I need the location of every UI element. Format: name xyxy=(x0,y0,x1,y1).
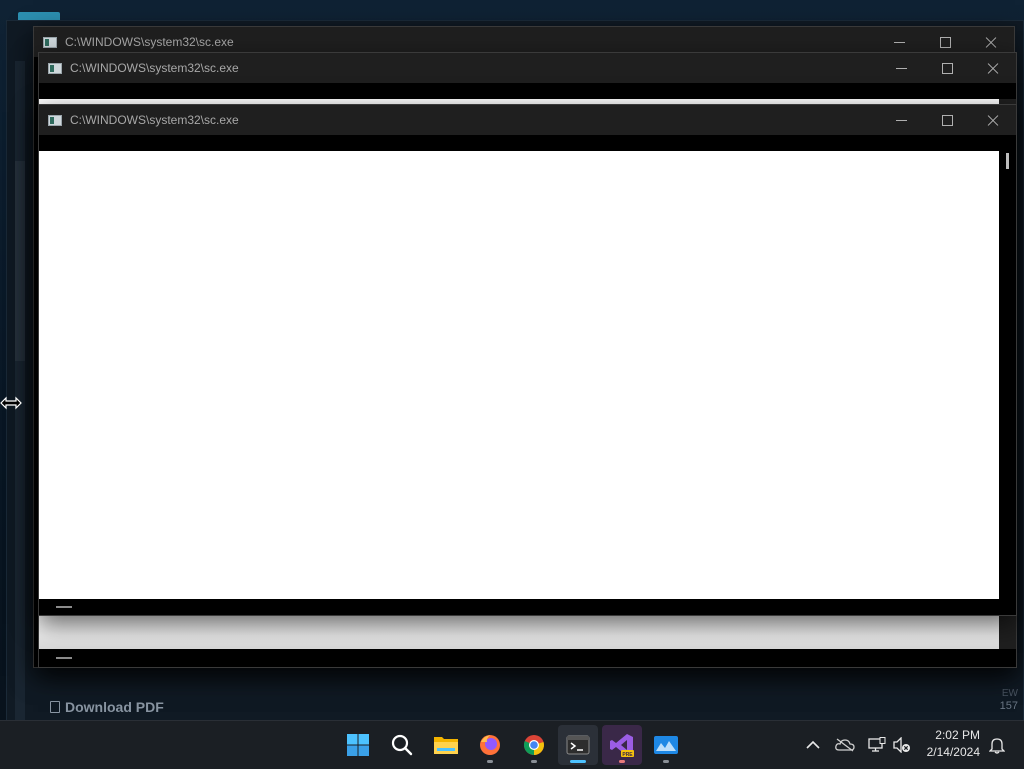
desktop-icon-fragment[interactable] xyxy=(18,12,60,20)
chevron-up-icon xyxy=(806,740,820,749)
window-title: C:\WINDOWS\system32\sc.exe xyxy=(70,61,239,75)
minimize-button[interactable] xyxy=(878,105,924,135)
network-tray-button[interactable] xyxy=(864,721,890,769)
monitor-app-button[interactable] xyxy=(646,725,686,765)
console-text-area-bottom[interactable] xyxy=(39,615,999,649)
onedrive-tray-button[interactable] xyxy=(832,721,858,769)
horizontal-resize-cursor-icon xyxy=(0,396,22,410)
maximize-icon xyxy=(939,36,951,48)
cursor-dash xyxy=(56,606,72,608)
notifications-button[interactable] xyxy=(984,721,1010,769)
download-pdf-label: Download PDF xyxy=(65,699,164,715)
side-label: EW xyxy=(1001,688,1018,699)
active-indicator xyxy=(570,760,586,763)
document-icon xyxy=(50,701,60,713)
close-button[interactable] xyxy=(970,105,1016,135)
minimize-icon xyxy=(893,41,905,43)
console-header-band xyxy=(39,135,1016,151)
file-explorer-button[interactable] xyxy=(426,725,466,765)
show-hidden-icons-button[interactable] xyxy=(800,721,826,769)
close-icon xyxy=(987,62,999,74)
file-explorer-icon xyxy=(434,737,458,754)
firefox-button[interactable] xyxy=(470,725,510,765)
scrollbar-thumb[interactable] xyxy=(1006,153,1009,169)
monitor-app-icon xyxy=(654,736,678,754)
close-icon xyxy=(987,114,999,126)
running-indicator xyxy=(531,760,537,763)
console-app-icon xyxy=(48,114,62,126)
running-indicator xyxy=(619,760,625,763)
terminal-icon xyxy=(566,735,590,755)
visual-studio-preview-button[interactable]: PRE xyxy=(602,725,642,765)
clock-date: 2/14/2024 xyxy=(926,745,980,759)
close-icon xyxy=(985,36,997,48)
chrome-icon xyxy=(523,735,544,756)
firefox-icon xyxy=(480,735,500,755)
maximize-icon xyxy=(941,114,953,126)
clock[interactable]: 2:02 PM 2/14/2024 xyxy=(927,727,980,761)
window-titlebar[interactable]: C:\WINDOWS\system32\sc.exe xyxy=(39,105,1016,135)
volume-tray-button[interactable] xyxy=(890,721,914,769)
cursor-dash xyxy=(56,657,72,659)
start-icon xyxy=(347,734,369,756)
console-app-icon xyxy=(43,36,57,48)
vertical-scrollbar[interactable] xyxy=(999,151,1016,599)
console-status-bar xyxy=(39,599,1016,615)
clock-time: 2:02 PM xyxy=(935,728,980,742)
search-button[interactable] xyxy=(382,725,422,765)
chrome-button[interactable] xyxy=(514,725,554,765)
side-count: 157 xyxy=(999,700,1018,712)
console-app-icon xyxy=(48,62,62,74)
maximize-icon xyxy=(941,62,953,74)
maximize-button[interactable] xyxy=(924,105,970,135)
console-window-3[interactable]: C:\WINDOWS\system32\sc.exe xyxy=(38,104,1017,616)
minimize-icon xyxy=(895,67,907,69)
volume-muted-icon xyxy=(893,737,910,753)
window-title: C:\WINDOWS\system32\sc.exe xyxy=(70,113,239,127)
bell-icon xyxy=(989,738,1005,754)
taskbar: PRE 2:02 PM 2/14/2024 xyxy=(0,720,1024,769)
running-indicator xyxy=(663,760,669,763)
window-titlebar[interactable]: C:\WINDOWS\system32\sc.exe xyxy=(39,53,1016,83)
download-pdf-link[interactable]: Download PDF xyxy=(50,698,164,716)
visual-studio-preview-icon: PRE xyxy=(610,734,634,758)
background-app-scroll-thumb[interactable] xyxy=(15,161,25,361)
pre-badge: PRE xyxy=(622,752,633,758)
close-button[interactable] xyxy=(970,53,1016,83)
onedrive-offline-icon xyxy=(835,738,855,752)
network-icon xyxy=(868,737,886,752)
console-status-bar xyxy=(39,649,1016,667)
console-output[interactable] xyxy=(39,83,1016,99)
start-button[interactable] xyxy=(338,725,378,765)
minimize-button[interactable] xyxy=(878,53,924,83)
maximize-button[interactable] xyxy=(924,53,970,83)
search-icon xyxy=(391,734,413,756)
window-title: C:\WINDOWS\system32\sc.exe xyxy=(65,35,234,49)
minimize-icon xyxy=(895,119,907,121)
console-text-area[interactable] xyxy=(39,151,999,599)
terminal-button[interactable] xyxy=(558,725,598,765)
running-indicator xyxy=(487,760,493,763)
